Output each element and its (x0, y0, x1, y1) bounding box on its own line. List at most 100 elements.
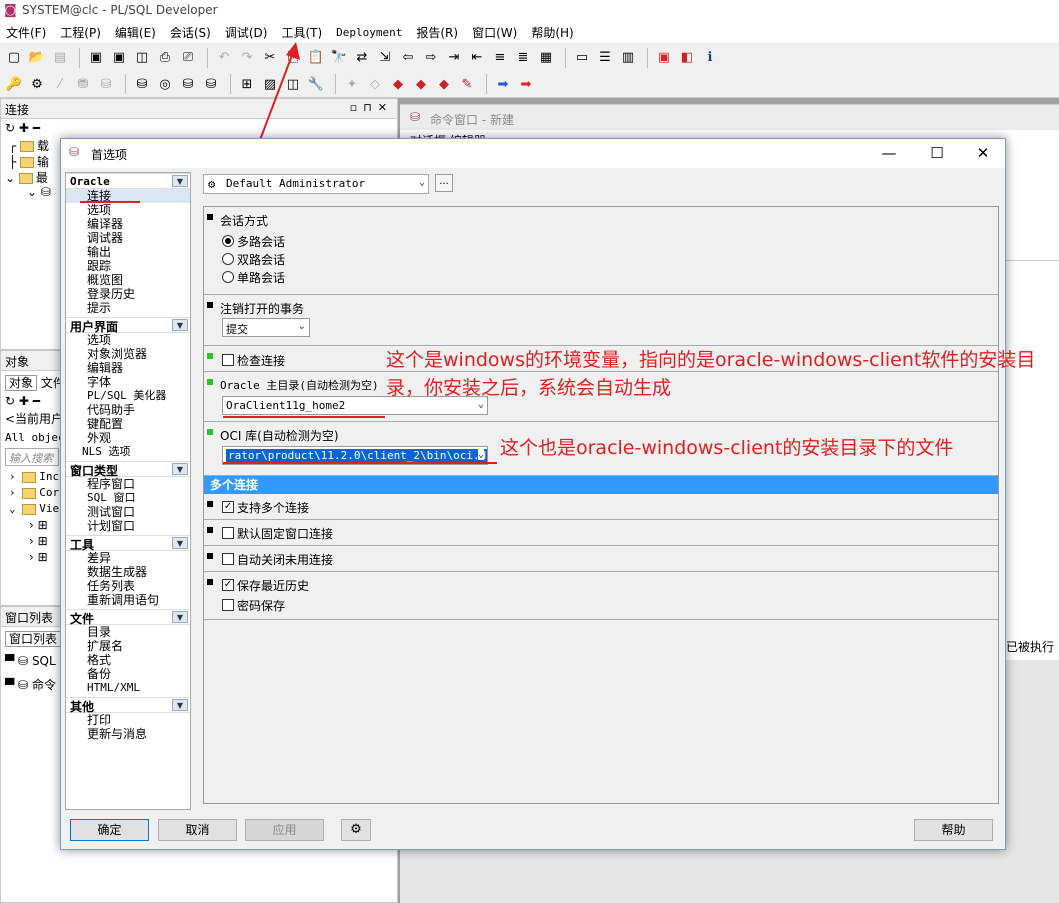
panel-controls-icon[interactable]: ▫⊓✕ (350, 101, 393, 114)
logon-key-icon[interactable]: 🔑 (4, 74, 24, 94)
menu-debug[interactable]: 调试(D) (225, 24, 268, 41)
plugin3-icon[interactable]: ◆ (388, 74, 408, 94)
window-icon[interactable]: ▭ (572, 48, 592, 68)
find-icon[interactable]: 🔭 (329, 48, 349, 68)
category-item[interactable]: 更新与消息 (66, 727, 190, 741)
category-item[interactable]: 跟踪 (66, 259, 190, 273)
commit-icon[interactable]: ⛃ (73, 74, 93, 94)
radio-multi-session[interactable]: 多路会话 (222, 233, 285, 249)
category-item[interactable]: 计划窗口 (66, 519, 190, 533)
goto-icon[interactable]: ⇲ (375, 48, 395, 68)
save-all-icon[interactable]: ◫ (132, 48, 152, 68)
ok-button[interactable]: 确定 (70, 819, 149, 841)
help-button[interactable]: 帮助 (914, 819, 993, 841)
category-header[interactable]: 工具 ▼ (66, 535, 190, 552)
category-item[interactable]: 备份 (66, 667, 190, 681)
window-list-icon[interactable]: ☰ (595, 48, 615, 68)
logoff-select[interactable]: 提交 ⌄ (222, 318, 310, 337)
category-item[interactable]: 测试窗口 (66, 505, 190, 519)
category-item[interactable]: 登录历史 (66, 287, 190, 301)
collapse-icon[interactable]: ▼ (172, 611, 188, 623)
replace-icon[interactable]: ⇄ (352, 48, 372, 68)
collapse-icon[interactable]: ▼ (172, 463, 188, 475)
tab-objects[interactable]: 对象 (5, 375, 38, 391)
tab-window-list[interactable]: 窗口列表 (5, 631, 62, 647)
save-as-icon[interactable]: ▣ (109, 48, 129, 68)
category-item[interactable]: 选项 (66, 333, 190, 347)
menu-deployment[interactable]: Deployment (336, 26, 402, 39)
category-item[interactable]: 编辑器 (66, 361, 190, 375)
uncomment-icon[interactable]: ≣ (513, 48, 533, 68)
menu-file[interactable]: 文件(F) (6, 24, 46, 41)
category-item[interactable]: 扩展名 (66, 639, 190, 653)
category-header[interactable]: 文件 ▼ (66, 609, 190, 626)
refresh-icon[interactable]: ↻ (5, 394, 15, 408)
fixed-window-checkbox[interactable]: 默认固定窗口连接 (222, 525, 333, 541)
refresh-icon[interactable]: ↻ (5, 121, 15, 135)
category-item[interactable]: 打印 (66, 713, 190, 727)
check-connection-checkbox[interactable]: 检查连接 (222, 352, 285, 368)
save-icon[interactable]: ▣ (86, 48, 106, 68)
menu-window[interactable]: 窗口(W) (472, 24, 517, 41)
comment-icon[interactable]: ≡ (490, 48, 510, 68)
save-history-checkbox[interactable]: ✓ 保存最近历史 (222, 577, 309, 593)
category-header[interactable]: Oracle ▼ (66, 173, 190, 189)
info-icon[interactable]: ℹ (700, 48, 720, 68)
profile-more-button[interactable]: ... (435, 174, 453, 192)
rollback-icon[interactable]: ⛁ (96, 74, 116, 94)
print-icon[interactable]: ⎙ (155, 48, 175, 68)
close-icon[interactable]: ✕ (973, 143, 993, 163)
collapse-icon[interactable]: ▼ (172, 319, 188, 331)
category-item[interactable]: 输出 (66, 245, 190, 259)
db-run2-icon[interactable]: ⛁ (201, 74, 221, 94)
category-item[interactable]: 数据生成器 (66, 565, 190, 579)
menu-reports[interactable]: 报告(R) (416, 24, 458, 41)
session-gear-icon[interactable]: ⚙ (27, 74, 47, 94)
maximize-icon[interactable]: ☐ (927, 143, 947, 163)
profile-select[interactable]: ⚙ Default Administrator ⌄ (203, 174, 429, 194)
print-disabled-icon[interactable]: ▤ (50, 48, 70, 68)
plugin6-icon[interactable]: ✎ (457, 74, 477, 94)
category-item[interactable]: SQL 窗口 (66, 491, 190, 505)
save-password-checkbox[interactable]: 密码保存 (222, 597, 285, 613)
support-multi-checkbox[interactable]: ✓ 支持多个连接 (222, 499, 309, 515)
indent-icon[interactable]: ⇥ (444, 48, 464, 68)
remove-icon[interactable]: ━ (33, 121, 40, 135)
plugin5-icon[interactable]: ◆ (434, 74, 454, 94)
collapse-icon[interactable]: ▼ (172, 699, 188, 711)
category-item[interactable]: 任务列表 (66, 579, 190, 593)
radio-single-session[interactable]: 单路会话 (222, 269, 285, 285)
category-item[interactable]: 字体 (66, 375, 190, 389)
new-icon[interactable]: ▢ (4, 48, 24, 68)
bookmark-icon[interactable]: ▦ (536, 48, 556, 68)
category-header[interactable]: 用户界面 ▼ (66, 317, 190, 334)
minimize-icon[interactable]: — (879, 143, 899, 163)
category-item[interactable]: 代码助手 (66, 403, 190, 417)
category-item[interactable]: 程序窗口 (66, 477, 190, 491)
category-header[interactable]: 窗口类型 ▼ (66, 461, 190, 478)
category-item[interactable]: 编译器 (66, 217, 190, 231)
plugin4-icon[interactable]: ◆ (411, 74, 431, 94)
auto-close-checkbox[interactable]: 自动关闭未用连接 (222, 551, 333, 567)
category-item[interactable]: 选项 (66, 203, 190, 217)
print-preview-icon[interactable]: ⎚ (178, 48, 198, 68)
category-item[interactable]: 键配置 (66, 417, 190, 431)
add-icon[interactable]: ✚ (19, 121, 29, 135)
menu-project[interactable]: 工程(P) (60, 24, 101, 41)
plugin2-icon[interactable]: ◇ (365, 74, 385, 94)
menu-tools[interactable]: 工具(T) (281, 24, 322, 41)
category-item[interactable]: 目录 (66, 625, 190, 639)
collapse-icon[interactable]: ▼ (172, 537, 188, 549)
category-item[interactable]: NLS 选项 (66, 445, 190, 459)
pdf-icon[interactable]: ◧ (677, 48, 697, 68)
db-icon[interactable]: ⛁ (132, 74, 152, 94)
sql-window-icon[interactable]: ◎ (155, 74, 175, 94)
open-icon[interactable]: 📂 (27, 48, 47, 68)
break-icon[interactable]: ⁄ (50, 74, 70, 94)
window-tile-icon[interactable]: ▥ (618, 48, 638, 68)
cancel-button[interactable]: 取消 (158, 819, 237, 841)
category-item[interactable]: 调试器 (66, 231, 190, 245)
profile-tools-button[interactable]: ⚙ (341, 819, 371, 841)
nav-back-icon[interactable]: ⇦ (398, 48, 418, 68)
collapse-icon[interactable]: ▼ (172, 175, 188, 187)
